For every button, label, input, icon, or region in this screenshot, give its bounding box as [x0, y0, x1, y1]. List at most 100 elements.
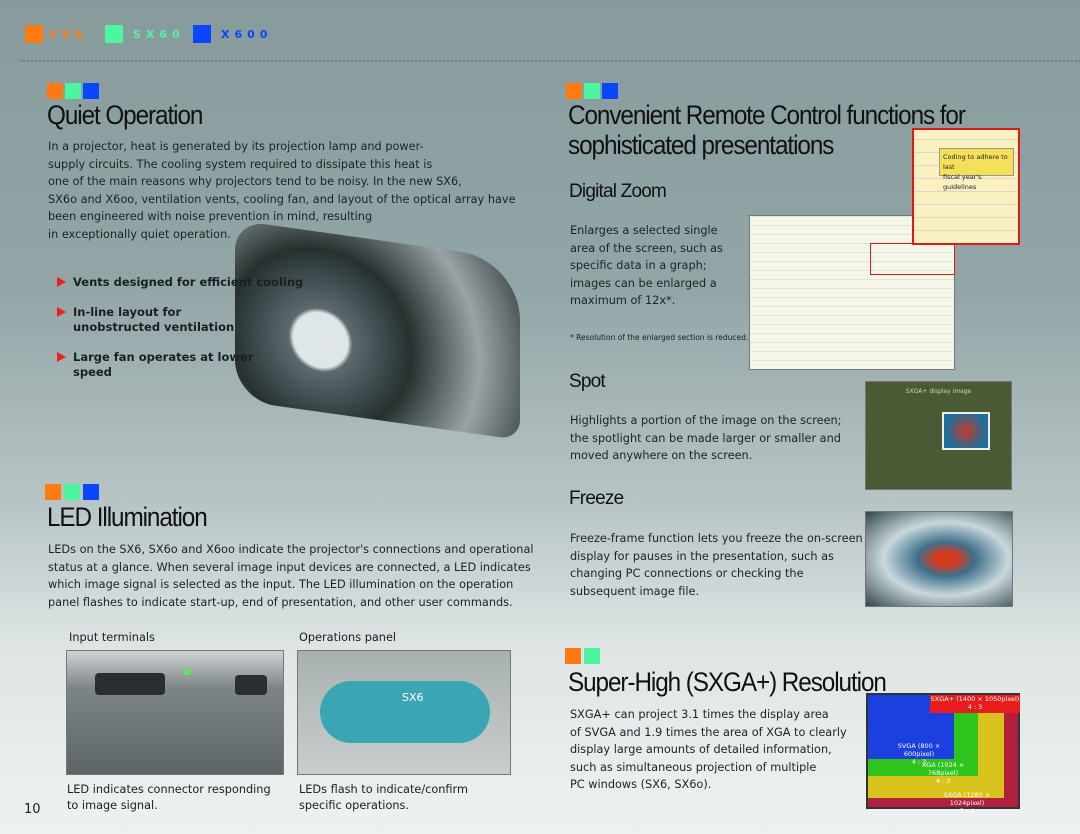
spot-screenshot: SXGA+ display image	[865, 381, 1012, 490]
label: SXGA (1280 × 1024pixel)	[943, 791, 991, 807]
legend-label-x600: X600	[221, 28, 273, 41]
legend-label-sx6: SX6	[49, 28, 89, 41]
text-line: which image signal is selected as the in…	[48, 578, 514, 592]
text-line: to image signal.	[67, 799, 158, 812]
text-line: specific operations.	[299, 799, 409, 812]
input-caption: LED indicates connector responding to ima…	[67, 782, 271, 814]
panel-logo: SX6	[402, 691, 424, 704]
text-line: been engineered with noise prevention in…	[48, 210, 373, 224]
model-swatch	[584, 83, 600, 99]
zoomed-area: Coding to adhere to last fiscal year's gu…	[912, 128, 1020, 245]
model-swatch	[65, 83, 81, 99]
resolution-diagram: SXGA+ (1400 × 1050pixel) 4 : 3 SVGA (800 …	[866, 693, 1020, 815]
ratio: 4 : 3	[967, 703, 983, 711]
bullet-text: In-line layout for	[73, 305, 182, 319]
text-line: such as simultaneous projection of multi…	[570, 760, 817, 774]
legend-swatch-sx60	[105, 25, 123, 43]
vga-port	[235, 675, 267, 695]
ratio: 4 : 3	[935, 777, 951, 785]
quiet-title: Quiet Operation	[47, 100, 203, 130]
text-line: area of the screen, such as	[570, 241, 723, 255]
bullet-text: Vents designed for efficient cooling	[73, 275, 304, 289]
model-swatch	[565, 648, 581, 664]
text-line: display for pauses in the presentation, …	[570, 549, 834, 563]
kayak-photo	[865, 511, 1013, 607]
text-line: PC windows (SX6, SX6o).	[570, 778, 712, 792]
sxga-body: SXGA+ can project 3.1 times the display …	[570, 706, 847, 794]
freeze-title: Freeze	[569, 488, 624, 509]
label: SXGA+ (1400 × 1050pixel)	[930, 695, 1020, 703]
bullet-item: Large fan operates at lower speed	[47, 350, 253, 380]
text-line: Freeze-frame function lets you freeze th…	[570, 532, 863, 545]
control-panel: SX6	[320, 681, 490, 743]
zoom-selection-box	[870, 243, 955, 275]
text-line: subsequent image file.	[570, 584, 700, 598]
model-swatch	[584, 648, 600, 664]
text-line: maximum of 12x*.	[570, 294, 676, 308]
text-line: In a projector, heat is generated by its…	[48, 140, 424, 153]
led-title: LED Illumination	[47, 502, 208, 532]
text-line: specific data in a graph;	[570, 259, 707, 273]
led-indicator	[184, 669, 190, 675]
legend-swatch-x600	[193, 25, 211, 43]
arrow-icon	[57, 352, 66, 362]
text-line: status at a glance. When several image i…	[48, 560, 531, 574]
model-swatch	[45, 484, 61, 500]
sxga-label: SXGA (1280 × 1024pixel) 5 : 4	[930, 791, 1004, 815]
title-line: sophisticated presentations	[568, 130, 834, 160]
sxga-plus-label: SXGA+ (1400 × 1050pixel) 4 : 3	[930, 695, 1020, 713]
text-line: one of the main reasons why projectors t…	[48, 175, 462, 189]
legend-label-sx60: SX60	[133, 28, 185, 41]
bullet-item: Vents designed for efficient cooling	[47, 275, 303, 290]
text-line: Coding to adhere to last	[943, 153, 1008, 171]
digital-zoom-body: Enlarges a selected single area of the sc…	[570, 222, 723, 310]
ratio: 5 : 4	[959, 807, 975, 815]
text-line: images can be enlarged a	[570, 276, 717, 290]
text-line: supply circuits. The cooling system requ…	[48, 157, 433, 171]
text-line: Enlarges a selected single	[570, 224, 718, 237]
legend-swatch-sx6	[25, 25, 43, 43]
model-swatch	[64, 484, 80, 500]
operations-panel-label: Operations panel	[299, 631, 397, 644]
bullet-text: speed	[73, 365, 112, 379]
label: XGA (1024 × 768pixel)	[921, 761, 965, 777]
xga-label: XGA (1024 × 768pixel) 4 : 3	[908, 761, 978, 785]
ops-caption: LEDs flash to indicate/confirm specific o…	[299, 782, 468, 814]
bullet-text: Large fan operates at lower	[73, 350, 254, 364]
dvi-port	[95, 673, 165, 695]
bullet-text: unobstructed ventilation	[73, 320, 235, 334]
page-number: 10	[24, 802, 41, 817]
text-line: of SVGA and 1.9 times the area of XGA to…	[570, 725, 847, 739]
dotted-divider	[20, 60, 1080, 62]
projector-cutaway-image	[235, 219, 520, 441]
input-terminals-label: Input terminals	[69, 631, 155, 644]
sxga-title: Super-High (SXGA+) Resolution	[568, 667, 887, 697]
input-terminals-photo	[66, 650, 284, 775]
arrow-icon	[57, 307, 66, 317]
text-line: fiscal year's guidelines	[943, 173, 982, 191]
model-swatch	[83, 484, 99, 500]
text-line: SXGA+ can project 3.1 times the display …	[570, 708, 829, 721]
text-line: moved anywhere on the screen.	[570, 449, 753, 463]
spotlight-region	[942, 412, 990, 450]
model-swatch	[602, 83, 618, 99]
label: SVGA (800 × 600pixel)	[897, 742, 941, 758]
spot-title: Spot	[569, 371, 606, 392]
bullet-item: In-line layout for unobstructed ventilati…	[47, 305, 234, 335]
screen-title: SXGA+ display image	[905, 388, 972, 395]
zoom-footnote: * Resolution of the enlarged section is …	[570, 333, 749, 342]
text-line: Highlights a portion of the image on the…	[570, 414, 842, 427]
text-line: changing PC connections or checking the	[570, 567, 804, 581]
text-line: LEDs flash to indicate/confirm	[299, 783, 468, 796]
arrow-icon	[57, 277, 66, 287]
operations-panel-photo: SX6	[297, 650, 511, 775]
remote-title: Convenient Remote Control functions for s…	[568, 100, 966, 160]
text-line: panel flashes to indicate start-up, end …	[48, 595, 513, 609]
spot-body: Highlights a portion of the image on the…	[570, 412, 842, 465]
text-line: the spotlight can be made larger or smal…	[570, 431, 841, 445]
text-line: LED indicates connector responding	[67, 783, 271, 796]
text-line: LEDs on the SX6, SX6o and X6oo indicate …	[48, 543, 534, 556]
text-line: SX6o and X6oo, ventilation vents, coolin…	[48, 192, 516, 206]
model-swatch	[47, 83, 63, 99]
zoom-callout: Coding to adhere to last fiscal year's gu…	[939, 148, 1014, 191]
